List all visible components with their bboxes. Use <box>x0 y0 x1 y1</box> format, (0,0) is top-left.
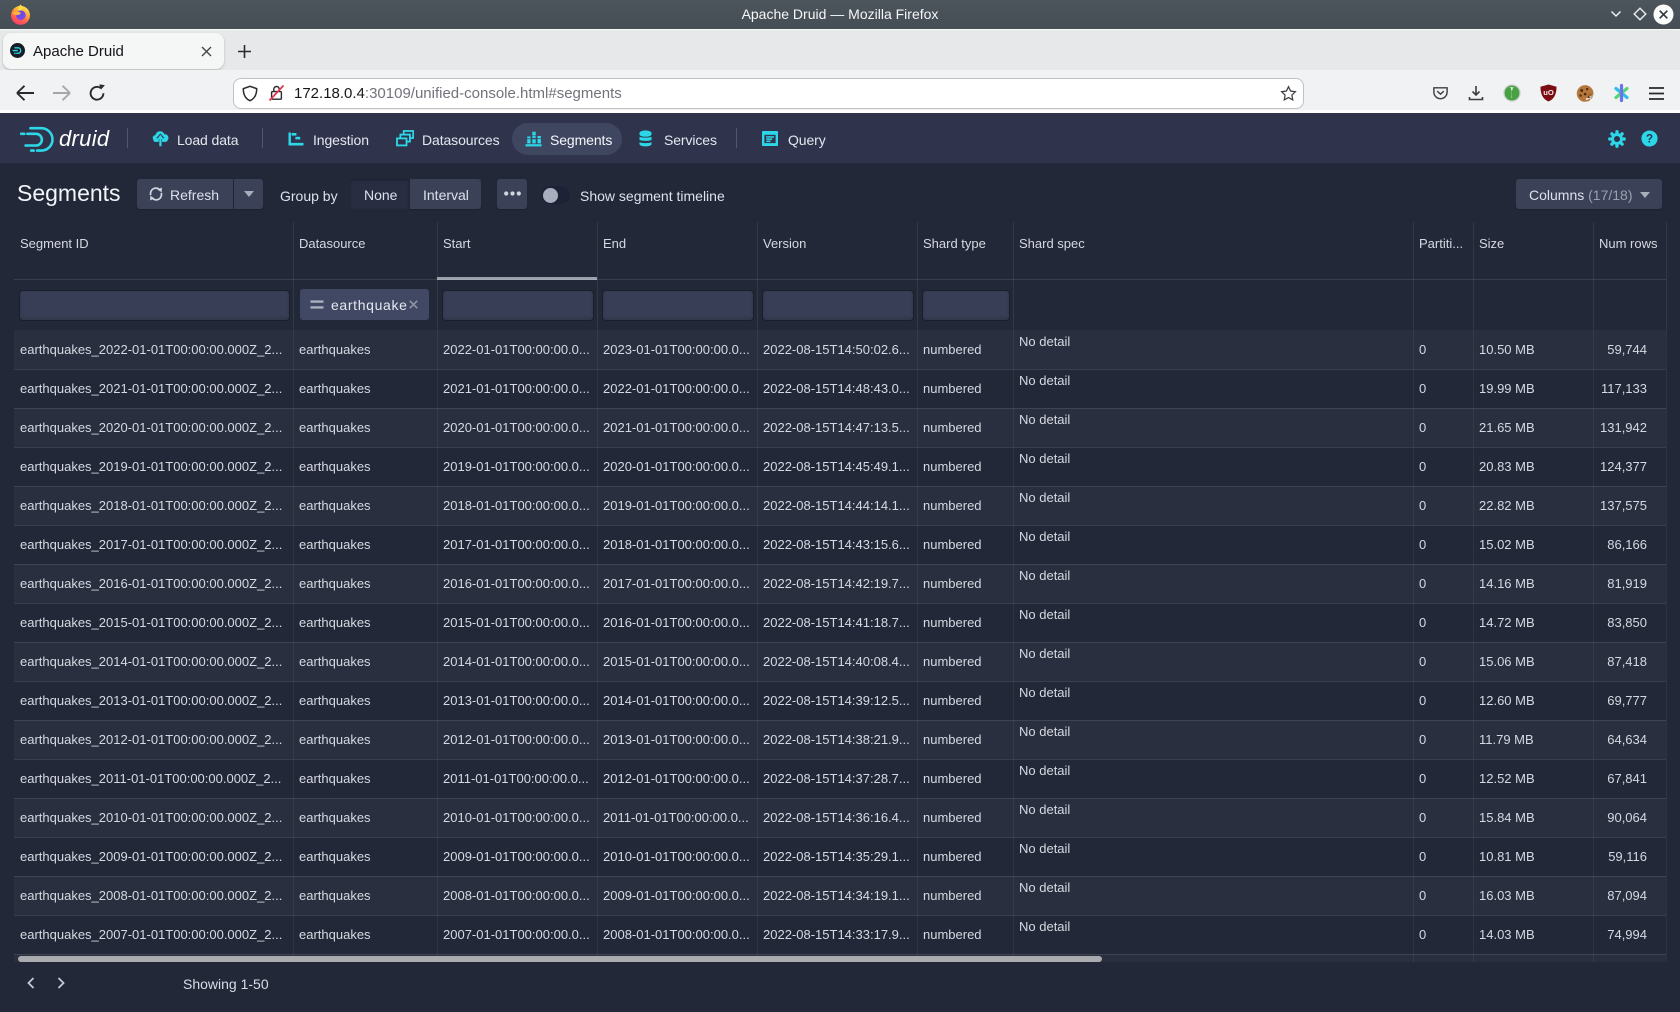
svg-text:uO: uO <box>1543 88 1554 97</box>
svg-text:?: ? <box>1646 133 1653 146</box>
